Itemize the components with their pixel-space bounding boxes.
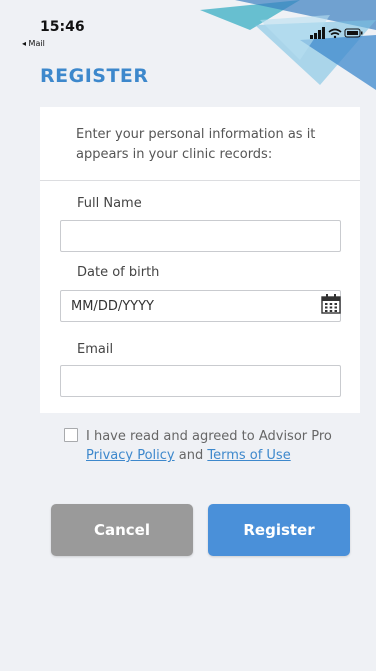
form-intro-text: Enter your personal information as it ap… [76,127,316,162]
full-name-input[interactable] [60,220,341,252]
registration-form-card: Enter your personal information as it ap… [40,107,360,413]
back-to-mail-link[interactable]: ◂ Mail [22,39,45,48]
dob-label: Date of birth [77,265,160,280]
agree-checkbox[interactable] [64,428,78,442]
status-time: 15:46 [40,19,85,35]
email-input[interactable] [60,365,341,397]
terms-of-use-link[interactable]: Terms of Use [207,448,290,463]
agreement-prefix: I have read and agreed to Advisor Pro [86,429,332,444]
wifi-icon [328,28,342,39]
dob-input[interactable] [60,290,341,322]
email-label: Email [77,342,114,357]
status-bar: 15:46 ◂ Mail [0,0,376,56]
calendar-icon[interactable] [320,293,342,315]
register-button[interactable]: Register [208,504,350,556]
system-icons [310,27,363,39]
cancel-button[interactable]: Cancel [51,504,193,556]
privacy-policy-link[interactable]: Privacy Policy [86,448,175,463]
signal-icon [310,27,325,39]
form-divider [40,180,360,181]
page-title: REGISTER [40,65,149,87]
full-name-label: Full Name [77,196,142,211]
agreement-text: I have read and agreed to Advisor Pro Pr… [86,427,356,465]
battery-icon [344,28,363,38]
agreement-conjunction: and [174,448,208,463]
